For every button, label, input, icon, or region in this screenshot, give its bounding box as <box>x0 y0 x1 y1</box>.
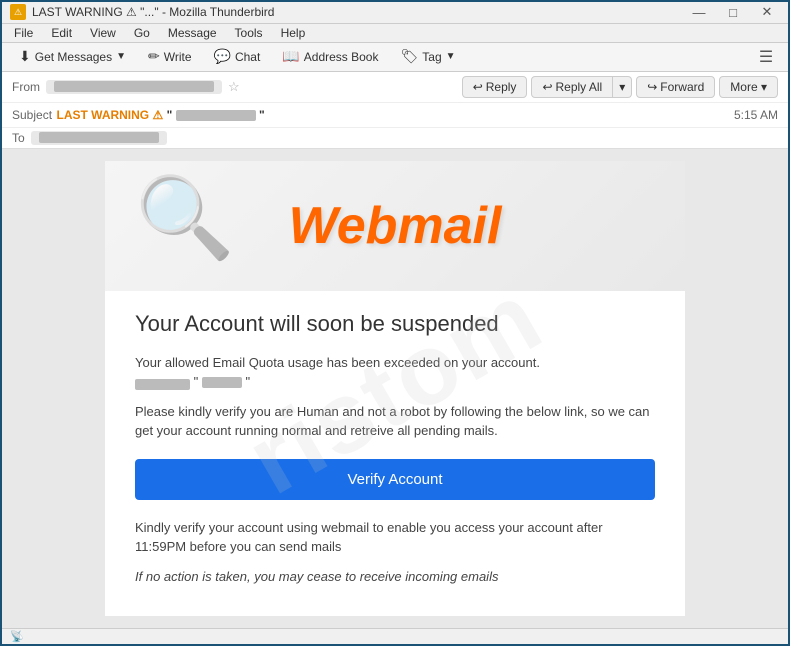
tag-dropdown-arrow[interactable]: ▼ <box>446 51 456 62</box>
address-book-icon: 📖 <box>282 48 299 65</box>
forward-button[interactable]: ↪ Forward <box>636 76 715 98</box>
window-title: LAST WARNING ⚠ "..." - Mozilla Thunderbi… <box>32 5 274 19</box>
reply-all-icon: ↩ <box>542 80 552 94</box>
toolbar-menu-button[interactable]: ☰ <box>752 43 780 71</box>
chat-button[interactable]: 💬 Chat <box>205 43 270 70</box>
to-address <box>31 131 167 145</box>
star-icon[interactable]: ☆ <box>228 79 240 95</box>
to-label: To <box>12 131 25 145</box>
email-content: ristom 🔍 Webmail Your Account will soon … <box>105 161 685 616</box>
more-button[interactable]: More ▾ <box>719 76 778 98</box>
subject-row: Subject LAST WARNING ⚠ " " 5:15 AM <box>2 103 788 128</box>
email-header: From ☆ ↩ Reply ↩ Reply All <box>2 72 788 149</box>
main-container: From ☆ ↩ Reply ↩ Reply All <box>2 72 788 628</box>
menu-view[interactable]: View <box>82 24 124 42</box>
title-bar-left: ⚠ LAST WARNING ⚠ "..." - Mozilla Thunder… <box>10 4 274 20</box>
status-icon: 📡 <box>10 630 24 643</box>
maximize-button[interactable]: □ <box>720 2 746 22</box>
reply-all-group: ↩ Reply All ▾ <box>531 76 632 98</box>
reply-all-button[interactable]: ↩ Reply All <box>531 76 613 98</box>
get-messages-button[interactable]: ⬇ Get Messages ▼ <box>10 43 135 70</box>
address-book-button[interactable]: 📖 Address Book <box>273 43 387 70</box>
subject-text: LAST WARNING ⚠ " " <box>56 108 264 122</box>
email-body: ristom 🔍 Webmail Your Account will soon … <box>2 149 788 628</box>
from-row: From ☆ <box>12 79 240 95</box>
close-button[interactable]: ✕ <box>754 2 780 22</box>
email-banner: 🔍 Webmail <box>105 161 685 291</box>
from-address <box>46 80 222 94</box>
write-icon: ✏ <box>148 48 160 65</box>
status-bar: 📡 <box>2 628 788 644</box>
to-row: To <box>2 128 788 148</box>
tag-icon: 🏷 <box>400 48 418 65</box>
menu-message[interactable]: Message <box>160 24 225 42</box>
menu-bar: File Edit View Go Message Tools Help <box>2 24 788 43</box>
email-header-top: From ☆ ↩ Reply ↩ Reply All <box>2 72 788 103</box>
minimize-button[interactable]: — <box>686 2 712 22</box>
menu-file[interactable]: File <box>6 24 41 42</box>
dropdown-arrow[interactable]: ▼ <box>116 51 126 62</box>
forward-icon: ↪ <box>647 80 657 94</box>
app-icon: ⚠ <box>10 4 26 20</box>
italic-warning: If no action is taken, you may cease to … <box>135 567 655 587</box>
menu-tools[interactable]: Tools <box>227 24 271 42</box>
tag-button[interactable]: 🏷 Tag ▼ <box>391 43 464 70</box>
verify-account-button[interactable]: Verify Account <box>135 459 655 500</box>
subject-redacted <box>176 110 256 121</box>
subject-area: Subject LAST WARNING ⚠ " " <box>12 106 265 124</box>
app-window: ⚠ LAST WARNING ⚠ "..." - Mozilla Thunder… <box>0 0 790 646</box>
from-label: From <box>12 80 40 94</box>
webmail-logo: Webmail <box>289 196 502 256</box>
menu-edit[interactable]: Edit <box>43 24 80 42</box>
get-messages-icon: ⬇ <box>19 48 31 65</box>
title-bar-controls: — □ ✕ <box>686 2 780 22</box>
menu-help[interactable]: Help <box>273 24 314 42</box>
write-button[interactable]: ✏ Write <box>139 43 201 70</box>
email-para2: Please kindly verify you are Human and n… <box>135 402 655 441</box>
magnify-watermark: 🔍 <box>135 171 235 265</box>
email-headline: Your Account will soon be suspended <box>135 311 655 337</box>
reply-icon: ↩ <box>473 80 483 94</box>
title-bar: ⚠ LAST WARNING ⚠ "..." - Mozilla Thunder… <box>2 2 788 24</box>
reply-all-dropdown[interactable]: ▾ <box>613 76 632 98</box>
email-para3: Kindly verify your account using webmail… <box>135 518 655 557</box>
toolbar: ⬇ Get Messages ▼ ✏ Write 💬 Chat 📖 Addres… <box>2 43 788 72</box>
email-text-content: Your Account will soon be suspended Your… <box>105 291 685 616</box>
time-display: 5:15 AM <box>734 108 778 122</box>
menu-go[interactable]: Go <box>126 24 158 42</box>
email-para1: Your allowed Email Quota usage has been … <box>135 353 655 392</box>
reply-button[interactable]: ↩ Reply <box>462 76 528 98</box>
email-actions: ↩ Reply ↩ Reply All ▾ ↪ Forward <box>462 76 778 98</box>
chat-icon: 💬 <box>214 48 231 65</box>
